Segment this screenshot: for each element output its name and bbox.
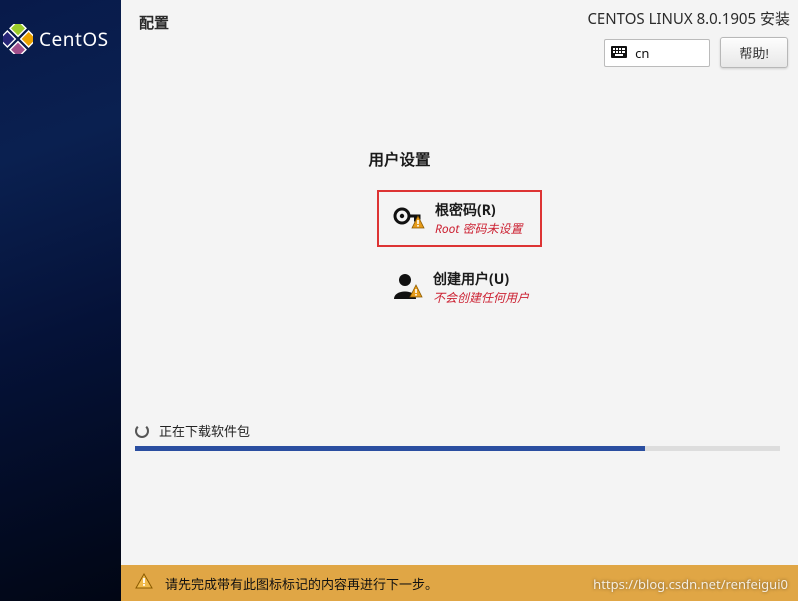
warning-triangle-icon <box>135 572 153 594</box>
top-bar: 配置 CENTOS LINUX 8.0.1905 安装 c <box>121 0 798 68</box>
keyboard-layout-code: cn <box>635 44 649 62</box>
progress-status-text: 正在下载软件包 <box>159 421 250 440</box>
brand-text: CentOS <box>39 26 109 52</box>
brand-logo: CentOS <box>0 0 121 54</box>
user-icon <box>389 269 421 301</box>
keyboard-layout-selector[interactable]: cn <box>604 39 710 67</box>
help-button[interactable]: 帮助! <box>720 37 788 68</box>
warning-badge-icon <box>409 281 423 303</box>
progress-bar <box>135 446 780 451</box>
warning-message: 请先完成带有此图标标记的内容再进行下一步。 <box>165 574 438 593</box>
warning-bottom-bar: 请先完成带有此图标标记的内容再进行下一步。 <box>121 565 798 601</box>
install-title: CENTOS LINUX 8.0.1905 安装 <box>587 8 790 29</box>
create-user-title: 创建用户(U) <box>433 269 529 289</box>
page-title: 配置 <box>139 8 169 33</box>
sidebar: CentOS <box>0 0 121 601</box>
installer-window: CentOS 配置 CENTOS LINUX 8.0.1905 安装 <box>0 0 798 601</box>
keyboard-icon <box>611 44 627 62</box>
main-panel: 配置 CENTOS LINUX 8.0.1905 安装 c <box>121 0 798 601</box>
top-controls: cn 帮助! <box>604 37 790 68</box>
warning-badge-icon <box>411 212 425 234</box>
create-user-option[interactable]: 创建用户(U) 不会创建任何用户 <box>377 261 542 314</box>
centos-logo-icon <box>3 24 33 54</box>
key-icon <box>391 200 423 232</box>
progress-bar-fill <box>135 446 645 451</box>
create-user-subtitle: 不会创建任何用户 <box>433 289 529 306</box>
spinner-icon <box>135 424 149 438</box>
progress-area: 正在下载软件包 <box>121 421 798 451</box>
section-title: 用户设置 <box>368 148 430 170</box>
top-right-group: CENTOS LINUX 8.0.1905 安装 cn <box>587 8 790 68</box>
create-user-texts: 创建用户(U) 不会创建任何用户 <box>433 269 529 306</box>
root-password-title: 根密码(R) <box>435 200 523 220</box>
user-settings-section: 用户设置 根密码(R) Root 密码未设置 <box>121 68 798 421</box>
root-password-subtitle: Root 密码未设置 <box>435 220 523 237</box>
progress-row: 正在下载软件包 <box>135 421 780 440</box>
root-password-texts: 根密码(R) Root 密码未设置 <box>435 200 523 237</box>
root-password-option[interactable]: 根密码(R) Root 密码未设置 <box>377 190 542 247</box>
